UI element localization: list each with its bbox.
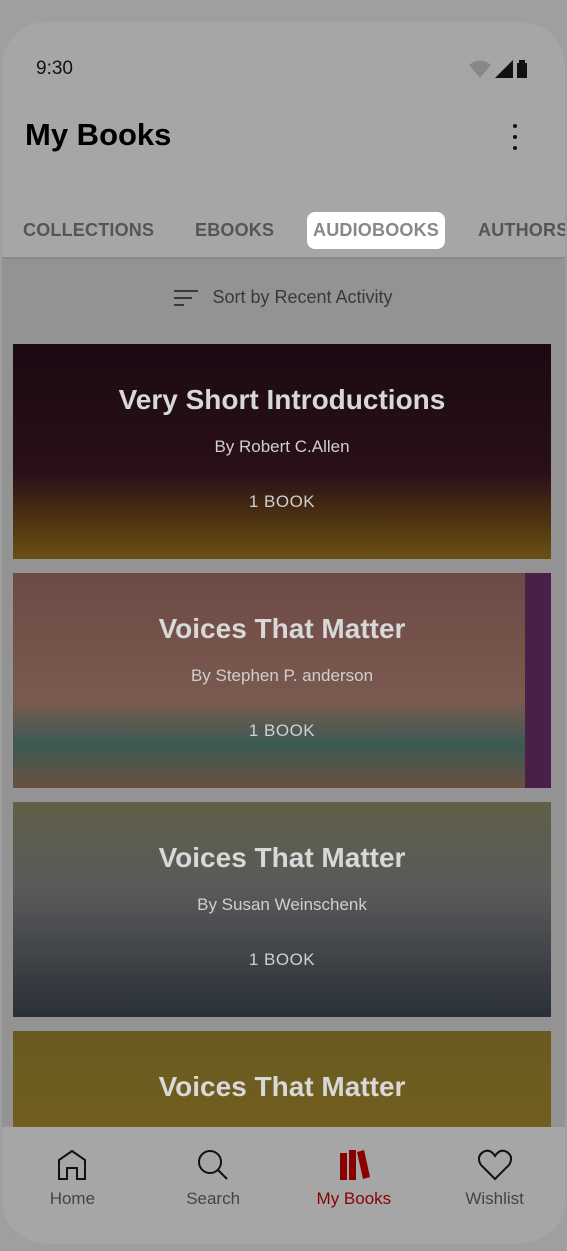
tab-bar: COLLECTIONS EBOOKS AUDIOBOOKS AUTHORS: [2, 198, 565, 258]
collection-card[interactable]: Voices That Matter By Susan Weinschenk 1…: [13, 802, 551, 1017]
card-author: By Susan Weinschenk: [197, 895, 367, 914]
collection-card[interactable]: Very Short Introductions By Robert C.All…: [13, 344, 551, 559]
bottom-nav: Home Search My Books Wishlist: [2, 1127, 565, 1244]
page-title: My Books: [25, 117, 172, 152]
phone-screen: 9:30 My Books COLLECTIONS EBOOKS AUDIOBO…: [2, 22, 565, 1244]
nav-wishlist[interactable]: Wishlist: [424, 1127, 565, 1244]
nav-label: Wishlist: [465, 1189, 524, 1208]
collections-list: Sort by Recent Activity Very Short Intro…: [2, 259, 565, 1244]
sort-button[interactable]: Sort by Recent Activity: [2, 287, 565, 308]
tab-authors[interactable]: AUTHORS: [472, 212, 565, 249]
battery-icon: [517, 60, 527, 78]
nav-my-books[interactable]: My Books: [284, 1127, 425, 1244]
card-count: 1 BOOK: [248, 492, 316, 511]
home-icon: [58, 1149, 87, 1180]
card-author: By Robert C.Allen: [214, 437, 350, 456]
nav-label: My Books: [316, 1189, 392, 1208]
books-icon: [339, 1150, 370, 1180]
collection-card[interactable]: Voices That Matter By Stephen P. anderso…: [13, 573, 551, 788]
nav-label: Home: [49, 1189, 96, 1208]
tab-audiobooks[interactable]: AUDIOBOOKS: [307, 212, 446, 249]
sort-icon: [174, 289, 199, 306]
wifi-icon: [469, 60, 491, 78]
status-icons: [469, 60, 527, 78]
tab-ebooks[interactable]: EBOOKS: [189, 212, 280, 249]
card-title: Voices That Matter: [158, 613, 406, 644]
tab-collections[interactable]: COLLECTIONS: [17, 212, 160, 249]
nav-label: Search: [186, 1189, 241, 1208]
nav-home[interactable]: Home: [2, 1127, 143, 1244]
search-icon: [198, 1150, 228, 1180]
card-count: 1 BOOK: [248, 950, 316, 969]
signal-icon: [495, 60, 513, 78]
card-title: Voices That Matter: [158, 842, 406, 873]
more-options-icon[interactable]: [505, 120, 525, 154]
heart-icon: [477, 1149, 512, 1181]
nav-search[interactable]: Search: [143, 1127, 284, 1244]
sort-label: Sort by Recent Activity: [212, 287, 393, 307]
card-count: 1 BOOK: [248, 721, 316, 740]
card-author: By Stephen P. anderson: [190, 666, 374, 685]
card-title: Voices That Matter: [158, 1071, 406, 1102]
card-title: Very Short Introductions: [118, 384, 446, 415]
status-time: 9:30: [36, 58, 73, 79]
